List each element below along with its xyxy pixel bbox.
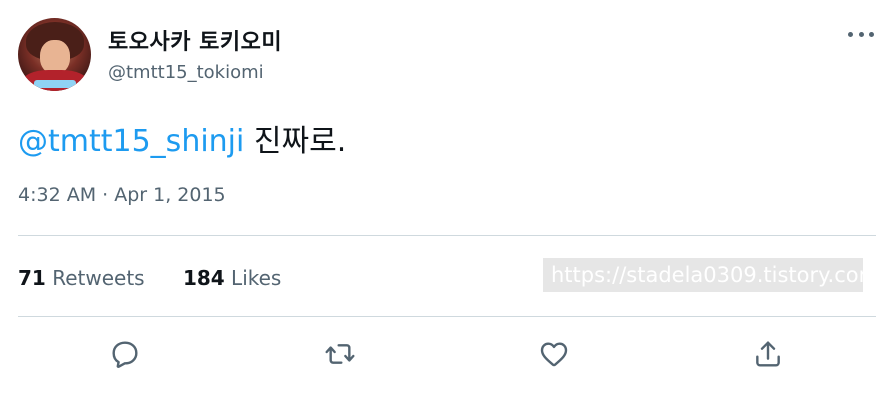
engagement-stats: 71 Retweets 184 Likes	[18, 266, 313, 290]
share-icon[interactable]	[750, 336, 786, 372]
user-handle[interactable]: @tmtt15_tokiomi	[108, 62, 264, 83]
more-dot	[848, 31, 853, 37]
more-horizontal-icon[interactable]	[848, 30, 874, 38]
retweets-label: Retweets	[52, 266, 145, 290]
tweet-timestamp[interactable]: 4:32 AM · Apr 1, 2015	[18, 184, 226, 206]
divider	[18, 316, 876, 317]
avatar-badge	[34, 80, 76, 88]
tweet-body: 진짜로.	[244, 124, 347, 159]
watermark: https://stadela0309.tistory.com	[543, 258, 863, 292]
heart-icon[interactable]	[536, 336, 572, 372]
more-dot	[869, 31, 874, 37]
mention-link[interactable]: @tmtt15_shinji	[18, 124, 244, 159]
more-dot	[858, 31, 864, 37]
tweet-text: @tmtt15_shinji 진짜로.	[18, 116, 346, 160]
likes-label: Likes	[231, 266, 282, 290]
likes-count: 184	[182, 266, 225, 290]
divider	[18, 235, 876, 236]
retweets-count: 71	[18, 266, 46, 290]
avatar[interactable]	[18, 18, 91, 91]
retweets-stat[interactable]: 71 Retweets	[18, 266, 145, 290]
reply-icon[interactable]	[107, 336, 143, 372]
likes-stat[interactable]: 184 Likes	[183, 266, 281, 290]
avatar-face	[40, 40, 70, 74]
retweet-icon[interactable]	[322, 336, 358, 372]
display-name[interactable]: 토오사카 토키오미	[108, 24, 282, 56]
